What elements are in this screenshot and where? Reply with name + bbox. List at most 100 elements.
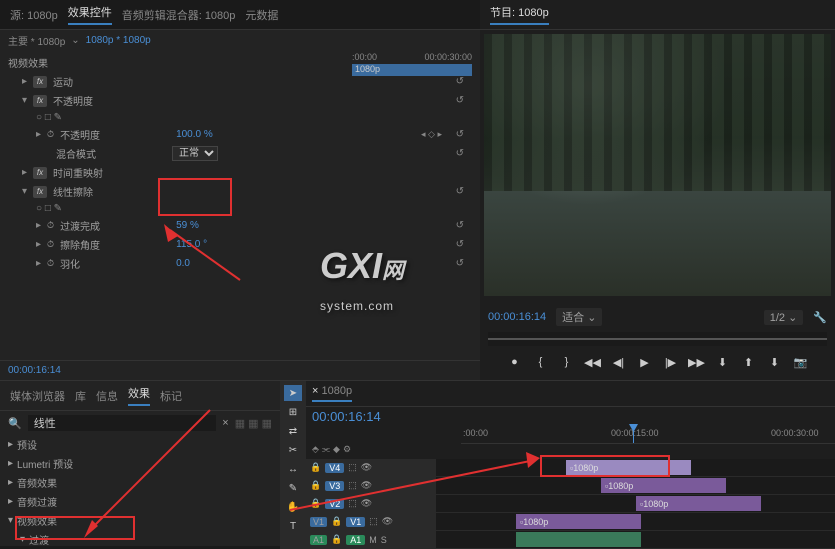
tab-info[interactable]: 信息 <box>96 388 118 404</box>
triangle-icon[interactable]: ▸ <box>36 129 41 140</box>
frame-fwd-button[interactable]: ▶▶ <box>688 354 706 370</box>
tree-video-fx[interactable]: ▾视频效果 <box>0 511 280 530</box>
tree-presets[interactable]: ▸预设 <box>0 435 280 454</box>
camera-icon[interactable]: 📷 <box>792 354 810 370</box>
play-button[interactable]: ▶ <box>636 354 654 370</box>
tab-effects[interactable]: 效果 <box>128 385 150 406</box>
triangle-icon[interactable]: ▾ <box>22 95 27 106</box>
settings-icon[interactable]: ⚙ <box>343 444 351 455</box>
reset-icon[interactable]: ↺ <box>456 129 464 140</box>
triangle-icon[interactable]: ▸ <box>22 167 27 178</box>
mute-button[interactable]: M <box>369 535 377 545</box>
track-head-a1[interactable]: A1🔒A1MS <box>306 531 436 548</box>
stopwatch-icon[interactable]: ⏱ <box>47 220 54 231</box>
reset-icon[interactable]: ↺ <box>456 186 464 197</box>
close-icon[interactable]: × <box>222 417 228 429</box>
video-preview[interactable] <box>484 34 831 296</box>
tab-media-browser[interactable]: 媒体浏览器 <box>10 388 65 404</box>
linear-wipe-effect[interactable]: 线性擦除 <box>53 184 93 199</box>
effects-search-input[interactable] <box>28 415 217 431</box>
step-back-button[interactable]: ◀| <box>610 354 628 370</box>
reset-icon[interactable]: ↺ <box>456 95 464 106</box>
track-head-v1[interactable]: V1🔒V1⬚👁 <box>306 513 436 530</box>
lift-button[interactable]: ⬆ <box>740 354 758 370</box>
tree-lumetri[interactable]: ▸Lumetri 预设 <box>0 454 280 473</box>
snap-icon[interactable]: ⬘ <box>312 444 319 455</box>
stopwatch-icon[interactable]: ⏱ <box>47 129 54 140</box>
link-icon[interactable]: ⫘ <box>322 444 330 455</box>
triangle-icon[interactable]: ▸ <box>36 239 41 250</box>
timeline-sequence-tab[interactable]: × 1080p <box>312 385 352 402</box>
mark-in-button[interactable]: { <box>532 354 550 370</box>
tab-program[interactable]: 节目: 1080p <box>490 4 549 25</box>
stopwatch-icon[interactable]: ⏱ <box>47 258 54 269</box>
ripple-tool[interactable]: ⇄ <box>284 423 302 439</box>
stopwatch-icon[interactable]: ⏱ <box>47 239 54 250</box>
tab-markers[interactable]: 标记 <box>160 388 182 404</box>
extract-button[interactable]: ⬇ <box>766 354 784 370</box>
clip-v4[interactable]: ▫ 1080p <box>566 460 691 475</box>
marker-icon[interactable]: ◆ <box>333 444 340 455</box>
program-timecode[interactable]: 00:00:16:14 <box>488 311 546 323</box>
tab-source[interactable]: 源: 1080p <box>10 7 58 23</box>
triangle-icon[interactable]: ▾ <box>22 186 27 197</box>
tree-audio-trans[interactable]: ▸音频过渡 <box>0 492 280 511</box>
reset-icon[interactable]: ↺ <box>456 220 464 231</box>
razor-tool[interactable]: ✂ <box>284 442 302 458</box>
selection-tool[interactable]: ➤ <box>284 385 302 401</box>
playhead[interactable] <box>633 426 634 443</box>
transition-value[interactable]: 59 % <box>176 220 199 231</box>
reset-icon[interactable]: ↺ <box>456 148 464 159</box>
dropdown-icon[interactable]: ⌄ <box>788 312 797 324</box>
clip-v2[interactable]: ▫ 1080p <box>636 496 761 511</box>
clip-v1[interactable]: ▫ 1080p <box>516 514 641 529</box>
lock-icon[interactable]: 🔒 <box>310 462 321 473</box>
marker-button[interactable]: ● <box>506 354 524 370</box>
program-ruler[interactable] <box>488 332 827 346</box>
tab-effect-controls[interactable]: 效果控件 <box>68 4 112 25</box>
reset-icon[interactable]: ↺ <box>456 239 464 250</box>
export-button[interactable]: ⬇ <box>714 354 732 370</box>
lock-icon[interactable]: 🔒 <box>310 480 321 491</box>
reset-icon[interactable]: ↺ <box>456 258 464 269</box>
triangle-icon[interactable]: ▸ <box>36 220 41 231</box>
clip-v3[interactable]: ▫ 1080p <box>601 478 726 493</box>
pen-tool[interactable]: ✎ <box>284 480 302 496</box>
track-head-v4[interactable]: 🔒V4⬚👁 <box>306 459 436 476</box>
tab-metadata[interactable]: 元数据 <box>245 7 278 23</box>
ec-sequence-link[interactable]: 1080p * 1080p <box>86 35 151 46</box>
eye-icon[interactable]: 👁 <box>361 462 372 473</box>
angle-value[interactable]: 115.0 ° <box>176 239 207 250</box>
lock-icon[interactable]: 🔒 <box>310 498 321 509</box>
solo-button[interactable]: S <box>381 535 387 545</box>
reset-icon[interactable]: ↺ <box>456 76 464 87</box>
eye-icon[interactable]: 👁 <box>361 480 372 491</box>
hand-tool[interactable]: ✋ <box>284 499 302 515</box>
timeline-ruler[interactable]: :00:00 00:00:15:00 00:00:30:00 <box>461 426 835 444</box>
track-select-tool[interactable]: ⊞ <box>284 404 302 420</box>
tree-transition-folder[interactable]: ▾过渡 <box>0 530 280 546</box>
motion-effect[interactable]: 运动 <box>53 74 73 89</box>
feather-value[interactable]: 0.0 <box>176 258 190 269</box>
dropdown-icon[interactable]: ⌄ <box>71 35 79 46</box>
frame-back-button[interactable]: ◀◀ <box>584 354 602 370</box>
fit-select[interactable]: 适合 <box>562 312 584 324</box>
eye-icon[interactable]: 👁 <box>382 516 393 527</box>
wrench-icon[interactable]: 🔧 <box>813 311 827 324</box>
tab-library[interactable]: 库 <box>75 388 86 404</box>
ec-timecode[interactable]: 00:00:16:14 <box>8 365 61 376</box>
tree-audio-fx[interactable]: ▸音频效果 <box>0 473 280 492</box>
clip-a1[interactable] <box>516 532 641 547</box>
blend-mode-select[interactable]: 正常 <box>172 146 218 161</box>
resolution-select[interactable]: 1/2 <box>770 312 785 324</box>
slip-tool[interactable]: ↔ <box>284 461 302 477</box>
triangle-icon[interactable]: ▸ <box>22 76 27 87</box>
time-remap-effect[interactable]: 时间重映射 <box>53 165 103 180</box>
keyframe-icon[interactable]: ◇ <box>428 129 435 139</box>
dropdown-icon[interactable]: ⌄ <box>587 312 596 324</box>
lock-icon[interactable]: 🔒 <box>331 534 342 545</box>
lock-icon[interactable]: 🔒 <box>331 516 342 527</box>
opacity-effect[interactable]: 不透明度 <box>53 93 93 108</box>
timeline-timecode[interactable]: 00:00:16:14 <box>312 409 381 424</box>
track-head-v2[interactable]: 🔒V2⬚👁 <box>306 495 436 512</box>
